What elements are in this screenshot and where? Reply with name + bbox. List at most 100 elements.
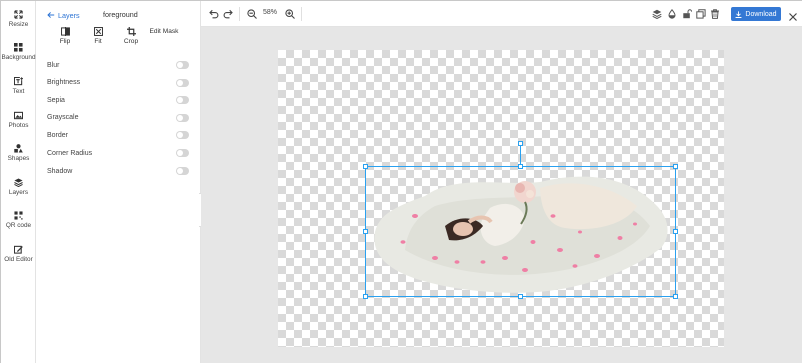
download-label: Download bbox=[745, 10, 777, 18]
resize-handle-bottom[interactable] bbox=[518, 294, 523, 299]
duplicate-icon bbox=[696, 9, 706, 19]
close-editor-button[interactable] bbox=[788, 9, 798, 21]
shapes-icon bbox=[14, 144, 23, 153]
close-icon bbox=[789, 13, 797, 21]
toggle-row-shadow: Shadow bbox=[47, 164, 189, 178]
download-icon bbox=[735, 10, 742, 18]
top-toolbar: 58% Download bbox=[201, 1, 802, 27]
undo-button[interactable] bbox=[209, 9, 219, 19]
rail-item-photos[interactable]: Photos bbox=[1, 110, 36, 142]
layer-tools: Flip Fit Crop Edit Mask bbox=[36, 27, 201, 51]
fit-button[interactable]: Fit bbox=[83, 27, 113, 46]
current-layer-name: foreground bbox=[103, 10, 138, 19]
rail-label: QR code bbox=[5, 222, 32, 229]
photos-icon bbox=[14, 111, 23, 120]
bride-photo-image bbox=[374, 176, 668, 293]
transparent-canvas[interactable] bbox=[278, 50, 724, 347]
tool-label: Fit bbox=[94, 38, 102, 45]
rail-item-qr-code[interactable]: QR code bbox=[1, 210, 36, 242]
resize-handle-top[interactable] bbox=[518, 164, 523, 169]
rail-item-layers[interactable]: Layers bbox=[1, 177, 36, 209]
rail-item-background[interactable]: Background bbox=[1, 42, 36, 74]
toggle-label: Grayscale bbox=[47, 114, 79, 121]
toggle-label: Sepia bbox=[47, 96, 65, 104]
zoom-level: 58% bbox=[263, 9, 278, 16]
toggle-label: Corner Radius bbox=[47, 149, 93, 157]
qr-code-icon bbox=[14, 211, 23, 220]
layer-stack-icon bbox=[652, 9, 662, 19]
redo-icon bbox=[223, 9, 233, 19]
rail-label: Old Editor bbox=[4, 256, 33, 263]
back-to-layers-link[interactable]: Layers bbox=[47, 11, 80, 20]
lock-button[interactable] bbox=[682, 9, 692, 19]
rail-item-old-editor[interactable]: Old Editor bbox=[1, 244, 36, 276]
delete-button[interactable] bbox=[710, 9, 720, 19]
toolbar-divider bbox=[239, 7, 240, 21]
toggle-row-brightness: Brightness bbox=[47, 76, 189, 90]
rail-item-resize[interactable]: Resize bbox=[1, 9, 36, 41]
crop-button[interactable]: Crop bbox=[116, 27, 146, 46]
rail-label: Text bbox=[12, 88, 25, 95]
editor-workspace bbox=[201, 27, 802, 363]
blur-switch[interactable] bbox=[176, 61, 189, 69]
toggle-label: Border bbox=[47, 131, 69, 139]
toolbar-divider bbox=[301, 7, 302, 21]
rotation-handle-stem bbox=[520, 144, 521, 166]
grayscale-switch[interactable] bbox=[176, 113, 189, 122]
fit-icon bbox=[93, 27, 103, 36]
zoom-in-button[interactable] bbox=[285, 9, 295, 19]
resize-handle-right[interactable] bbox=[673, 229, 678, 234]
breadcrumb: Layers foreground bbox=[47, 9, 138, 21]
photo-editor-app: Resize Background Text Photos Shapes Lay… bbox=[0, 0, 802, 363]
layers-icon bbox=[14, 178, 23, 187]
corner-radius-switch[interactable] bbox=[176, 149, 189, 157]
rail-label: Background bbox=[1, 54, 36, 61]
rail-label: Layers bbox=[8, 189, 29, 196]
foreground-layer-image[interactable] bbox=[365, 166, 678, 296]
left-icon-rail: Resize Background Text Photos Shapes Lay… bbox=[1, 1, 36, 363]
toggle-row-sepia: Sepia bbox=[47, 93, 189, 107]
sepia-switch[interactable] bbox=[176, 96, 189, 104]
arrow-left-icon bbox=[47, 12, 55, 18]
lock-icon bbox=[683, 9, 692, 19]
resize-handle-bottom-left[interactable] bbox=[363, 294, 368, 299]
resize-handle-top-left[interactable] bbox=[363, 164, 368, 169]
resize-icon bbox=[14, 10, 23, 19]
layer-order-button[interactable] bbox=[652, 9, 662, 19]
flip-button[interactable]: Flip bbox=[50, 27, 80, 46]
toggle-row-blur: Blur bbox=[47, 58, 189, 72]
zoom-out-button[interactable] bbox=[247, 9, 257, 19]
rail-label: Photos bbox=[8, 122, 29, 129]
layer-properties-panel: Layers foreground Flip Fit Crop Edit Mas… bbox=[36, 1, 201, 363]
brightness-switch[interactable] bbox=[176, 78, 189, 87]
resize-handle-left[interactable] bbox=[363, 229, 368, 234]
resize-handle-top-right[interactable] bbox=[673, 164, 678, 169]
tool-label: Flip bbox=[59, 38, 71, 45]
opacity-button[interactable] bbox=[667, 9, 677, 19]
edit-mask-button[interactable]: Edit Mask bbox=[149, 28, 179, 36]
rail-item-shapes[interactable]: Shapes bbox=[1, 143, 36, 175]
rotate-handle[interactable] bbox=[518, 141, 523, 146]
toggle-label: Brightness bbox=[47, 79, 81, 86]
download-button[interactable]: Download bbox=[731, 7, 781, 21]
old-editor-icon bbox=[14, 245, 23, 254]
toggle-label: Blur bbox=[47, 61, 60, 69]
undo-icon bbox=[209, 9, 219, 19]
shadow-switch[interactable] bbox=[176, 167, 189, 175]
toggle-row-border: Border bbox=[47, 128, 189, 142]
background-icon bbox=[14, 43, 23, 52]
redo-button[interactable] bbox=[223, 9, 233, 19]
text-icon bbox=[14, 77, 23, 86]
rail-label: Shapes bbox=[7, 155, 30, 162]
border-switch[interactable] bbox=[176, 131, 189, 139]
zoom-in-icon bbox=[285, 9, 295, 19]
opacity-icon bbox=[668, 9, 676, 19]
tool-label: Crop bbox=[123, 38, 139, 45]
duplicate-button[interactable] bbox=[696, 9, 706, 19]
resize-handle-bottom-right[interactable] bbox=[673, 294, 678, 299]
delete-icon bbox=[711, 9, 719, 19]
flip-icon bbox=[60, 27, 70, 36]
crop-icon bbox=[126, 27, 136, 36]
toggle-label: Shadow bbox=[47, 167, 73, 175]
rail-item-text[interactable]: Text bbox=[1, 76, 36, 108]
